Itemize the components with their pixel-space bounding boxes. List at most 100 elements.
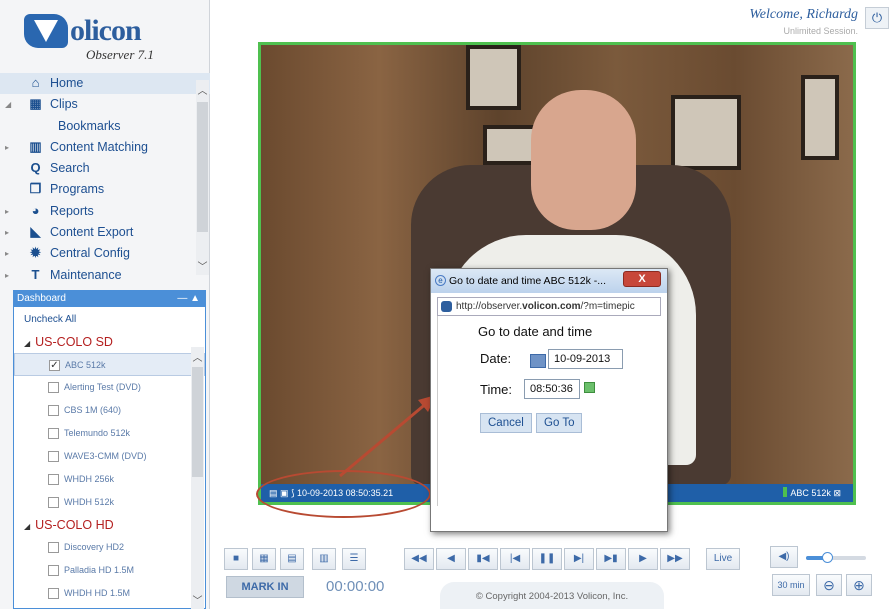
url-suffix: /?m=timepic — [580, 301, 635, 312]
url-prefix: http://observer. — [456, 301, 523, 312]
browser-icon: e — [435, 275, 446, 286]
nav-item-content-matching[interactable]: ▸ ▥ Content Matching — [0, 137, 210, 158]
nav-item-home[interactable]: ⌂ Home — [0, 73, 210, 95]
layout-list-button[interactable]: ▤ — [280, 548, 304, 570]
goto-button[interactable]: Go To — [536, 413, 583, 433]
timecode-display: 00:00:00 — [326, 578, 385, 595]
channel-item[interactable]: WHDH 256k — [14, 468, 205, 491]
nav-item-maintenance[interactable]: ▸ T Maintenance — [0, 265, 210, 286]
nav-scrollbar[interactable]: ︿ ﹀ — [196, 80, 209, 275]
zoom-out-button[interactable]: ⊖ — [816, 574, 842, 596]
nav-item-central-config[interactable]: ▸ ✹ Central Config — [0, 243, 210, 264]
checkbox[interactable] — [48, 382, 59, 393]
group-header[interactable]: ◢ US-COLO HD — [14, 514, 205, 536]
dialog-titlebar[interactable]: e Go to date and time ABC 512k -... X — [431, 269, 667, 293]
live-indicator — [783, 487, 788, 497]
nav-item-programs[interactable]: ❐ Programs — [0, 179, 210, 200]
frame-forward-button[interactable]: ▶▮ — [596, 548, 626, 570]
fullscreen-icon[interactable]: ⊠ — [833, 488, 841, 498]
layout-single-button[interactable]: ■ — [224, 548, 248, 570]
app-subtitle: Observer 7.1 — [86, 47, 154, 62]
scroll-down-icon[interactable]: ﹀ — [191, 592, 204, 607]
nav-item-search[interactable]: Q Search — [0, 158, 210, 179]
channel-item[interactable]: WHDH 512k — [14, 491, 205, 514]
nav-item-bookmarks[interactable]: Bookmarks — [0, 116, 210, 137]
left-panel: olicon Observer 7.1 ⌂ Home ◢ ▦ Clips Boo… — [0, 0, 210, 609]
chart-view-button[interactable]: ▥ — [312, 548, 336, 570]
pause-button[interactable]: ❚❚ — [532, 548, 562, 570]
logout-button[interactable]: ⏻ — [865, 7, 889, 29]
group-name: US-COLO SD — [35, 335, 113, 349]
checkbox[interactable] — [48, 565, 59, 576]
zoom-level-select[interactable]: 30 min — [772, 574, 810, 596]
skip-forward-button[interactable]: ▶| — [564, 548, 594, 570]
time-spinner-icon[interactable] — [584, 382, 595, 393]
date-field[interactable]: 10-09-2013 — [548, 349, 623, 369]
scroll-up-icon[interactable]: ︿ — [191, 349, 204, 364]
fast-rewind-button[interactable]: ◀◀ — [404, 548, 434, 570]
checkbox[interactable] — [48, 497, 59, 508]
nav-item-clips[interactable]: ◢ ▦ Clips — [0, 94, 210, 115]
channel-item[interactable]: Discovery HD2 — [14, 536, 205, 559]
dialog-title: Go to date and time ABC 512k -... — [449, 275, 607, 287]
close-button[interactable]: X — [623, 271, 661, 287]
frame-back-button[interactable]: ▮◀ — [468, 548, 498, 570]
group-header[interactable]: ◢ US-COLO SD — [14, 331, 205, 353]
checkbox-checked[interactable]: ✓ — [49, 360, 60, 371]
collapse-icon[interactable]: ◢ — [24, 522, 30, 531]
mark-in-button[interactable]: MARK IN — [226, 576, 304, 598]
channel-label: Alerting Test (DVD) — [64, 382, 141, 392]
checkbox[interactable] — [48, 405, 59, 416]
expand-right-icon[interactable]: ▸ — [5, 243, 9, 264]
scroll-down-icon[interactable]: ﹀ — [196, 258, 209, 273]
channel-item[interactable]: WHDH HD 1.5M — [14, 582, 205, 605]
channel-label: CBS 1M (640) — [64, 405, 122, 415]
channel-item[interactable]: Telemundo 512k — [14, 422, 205, 445]
time-field[interactable]: 08:50:36 — [524, 379, 580, 399]
checkbox[interactable] — [48, 451, 59, 462]
channel-item[interactable]: WAVE3-CMM (DVD) — [14, 445, 205, 468]
details-view-button[interactable]: ☰ — [342, 548, 366, 570]
zoom-in-button[interactable]: ⊕ — [846, 574, 872, 596]
url-bar[interactable]: http://observer.volicon.com/?m=timepic — [437, 297, 661, 316]
export-icon: ◣ — [30, 224, 41, 240]
nav-item-reports[interactable]: ▸ ◕ Reports — [0, 201, 210, 222]
channel-label: WHDH 256k — [64, 474, 115, 484]
live-button[interactable]: Live — [706, 548, 740, 570]
checkbox[interactable] — [48, 428, 59, 439]
checkbox[interactable] — [48, 474, 59, 485]
expand-right-icon[interactable]: ▸ — [5, 137, 9, 158]
checkbox[interactable] — [48, 542, 59, 553]
skip-back-button[interactable]: |◀ — [500, 548, 530, 570]
channel-item[interactable]: CBS 1M (640) — [14, 399, 205, 422]
dashboard-header: Dashboard — ▲ — [14, 291, 205, 307]
dashboard-scroll-thumb[interactable] — [192, 367, 203, 477]
collapse-icon[interactable]: ◢ — [24, 339, 30, 348]
dashboard-controls[interactable]: — ▲ — [177, 291, 200, 307]
step-back-button[interactable]: ◀ — [436, 548, 466, 570]
nav-item-content-export[interactable]: ▸ ◣ Content Export — [0, 222, 210, 243]
calendar-icon[interactable] — [530, 354, 546, 368]
welcome-text[interactable]: Welcome, Richardg — [749, 7, 858, 23]
layout-grid-button[interactable]: ▦ — [252, 548, 276, 570]
expand-right-icon[interactable]: ▸ — [5, 201, 9, 222]
volume-button[interactable]: ◀) — [770, 546, 798, 568]
play-button[interactable]: ▶ — [628, 548, 658, 570]
volicon-logo[interactable]: olicon Observer 7.1 — [24, 14, 199, 64]
channel-item[interactable]: ✓ ABC 512k — [14, 353, 205, 376]
cancel-button[interactable]: Cancel — [480, 413, 532, 433]
expand-right-icon[interactable]: ▸ — [5, 265, 9, 286]
checkbox[interactable] — [48, 588, 59, 599]
channel-item[interactable]: Palladia HD 1.5M — [14, 559, 205, 582]
nav-label: Home — [50, 76, 84, 90]
uncheck-all-link[interactable]: Uncheck All — [14, 307, 205, 331]
volume-slider[interactable] — [806, 552, 866, 563]
channel-item[interactable]: Alerting Test (DVD) — [14, 376, 205, 399]
expand-down-icon[interactable]: ◢ — [5, 94, 11, 115]
expand-right-icon[interactable]: ▸ — [5, 222, 9, 243]
fast-forward-button[interactable]: ▶▶ — [660, 548, 690, 570]
scroll-up-icon[interactable]: ︿ — [196, 82, 209, 97]
nav-scroll-thumb[interactable] — [197, 102, 208, 232]
volume-knob[interactable] — [822, 552, 833, 563]
dashboard-scrollbar[interactable]: ︿ ﹀ — [191, 347, 204, 609]
